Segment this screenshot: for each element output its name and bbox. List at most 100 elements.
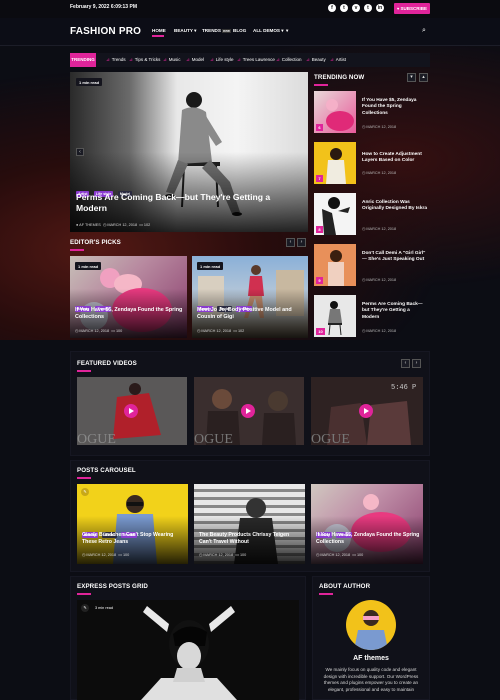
section-underline <box>77 477 91 479</box>
clock-icon: ◷ <box>362 125 366 129</box>
facebook-icon[interactable]: f <box>328 4 336 12</box>
post-meta: ◷ MARCH 12, 2018 ▭ 100 <box>316 553 364 557</box>
nav-more[interactable]: ▾ <box>286 28 288 34</box>
trending-item[interactable]: 10 Perms Are Coming Back—but They're Get… <box>314 295 430 339</box>
post-title[interactable]: How to Create Adjustment Layers Based on… <box>362 152 428 165</box>
tag-icon: ⊿ <box>210 57 214 62</box>
trending-item[interactable]: 9 Don't Call Demi A "Girl Girl" — She's … <box>314 244 430 288</box>
carousel-card[interactable]: The Beauty Products Chrissy Teigen Can't… <box>194 484 305 564</box>
clock-icon: ◷ <box>102 223 107 227</box>
post-title[interactable]: Anric Collection Was Originally Designed… <box>362 200 428 213</box>
tag-trees-lawrence[interactable]: ⊿ Trees Lawrence <box>237 57 275 63</box>
author-avatar <box>346 600 396 650</box>
play-button-icon[interactable] <box>241 404 255 418</box>
post-image <box>141 606 237 700</box>
tag-icon: ⊿ <box>276 57 280 62</box>
nav-all-demos[interactable]: ALL DEMOS ▾ <box>253 28 284 34</box>
tag-icon: ⊿ <box>129 57 133 62</box>
site-logo[interactable]: FASHION PRO <box>70 26 141 37</box>
post-title[interactable]: Perms Are Coming Back—but They're Gettin… <box>362 302 428 321</box>
vimeo-icon[interactable]: v <box>352 4 360 12</box>
vogue-watermark: OGUE <box>194 432 233 445</box>
tag-collection[interactable]: ⊿ Collection <box>276 57 302 63</box>
prev-arrow[interactable]: ‹ <box>286 238 295 247</box>
editors-pick-card[interactable]: 1 min read Beauty Model Trends Meet Jo J… <box>192 256 308 338</box>
clock-icon: ◷ <box>199 553 203 557</box>
post-title[interactable]: Gisele Bündchen Can't Stop Wearing These… <box>82 532 186 545</box>
nav-trends[interactable]: TRENDS new <box>202 28 231 33</box>
rank-number: 9 <box>316 277 323 284</box>
post-title[interactable]: If You Have $5, Zendaya Found the Spring… <box>316 532 420 545</box>
express-post-card[interactable]: ✎ 3 min read <box>77 600 299 700</box>
posts-carousel-title: POSTS CAROUSEL <box>77 467 136 474</box>
tag-tips[interactable]: ⊿ Tips & Tricks <box>129 57 160 63</box>
post-date: ◷ MARCH 12, 2018 <box>362 171 397 175</box>
linkedin-icon[interactable]: in <box>376 4 384 12</box>
post-meta: ◷ MARCH 12, 2018 ▭ 102 <box>197 329 245 333</box>
section-underline <box>319 593 333 595</box>
tag-music[interactable]: ⊿ Music <box>163 57 181 63</box>
post-meta: ◷ MARCH 12, 2018 ▭ 100 <box>75 329 123 333</box>
post-meta: ◷ MARCH 12, 2018 ▭ 100 <box>82 553 130 557</box>
trending-label: TRENDING <box>70 53 96 67</box>
subscribe-button[interactable]: ♥ SUBSCRIBE <box>394 3 430 14</box>
nav-active-indicator <box>152 35 164 37</box>
nav-blog[interactable]: BLOG <box>233 28 246 33</box>
next-arrow[interactable]: › <box>297 238 306 247</box>
clock-icon: ◷ <box>362 278 366 282</box>
trending-item[interactable]: 7 How to Create Adjustment Layers Based … <box>314 142 430 186</box>
current-date: February 9, 2022 6:09:13 PM <box>70 4 137 10</box>
prev-arrow[interactable]: ‹ <box>401 359 410 368</box>
post-title[interactable]: Meet Jo Jo, Body Positive Model and Cous… <box>197 307 305 321</box>
post-title[interactable]: If You Have $5, Zendaya Found the Spring… <box>75 307 183 321</box>
tag-model[interactable]: ⊿ Model <box>186 57 204 63</box>
hero-prev-arrow[interactable]: ‹ <box>76 148 84 156</box>
nav-home[interactable]: HOME <box>152 28 166 33</box>
carousel-card[interactable]: ✎ Beauty Model Trends Gisele Bündchen Ca… <box>77 484 188 564</box>
post-title[interactable]: The Beauty Products Chrissy Teigen Can't… <box>199 532 303 545</box>
editors-pick-card[interactable]: 1 min read Beauty Trends If You Have $5,… <box>70 256 187 338</box>
read-time-badge: 1 min read <box>197 262 224 270</box>
video-card[interactable]: OGUE <box>77 377 187 445</box>
scroll-down-arrow[interactable]: ▾ <box>407 73 416 82</box>
play-button-icon[interactable] <box>124 404 138 418</box>
scroll-up-arrow[interactable]: ▴ <box>419 73 428 82</box>
play-button-icon[interactable] <box>359 404 373 418</box>
hero-title[interactable]: Perms Are Coming Back—but They're Gettin… <box>76 192 276 213</box>
rank-number: 7 <box>316 175 323 182</box>
comment-icon: ▭ <box>352 553 356 557</box>
tag-icon: ⊿ <box>330 57 334 62</box>
tag-beauty[interactable]: ⊿ Beauty <box>306 57 326 63</box>
next-arrow[interactable]: › <box>412 359 421 368</box>
section-underline <box>77 593 91 595</box>
tag-lifestyle[interactable]: ⊿ Life style <box>210 57 234 63</box>
hero-featured-post[interactable]: 1 min read ‹ Artist Life style Model Per… <box>70 72 308 232</box>
clock-icon: ◷ <box>362 329 366 333</box>
rank-number: 10 <box>316 328 325 335</box>
trending-item[interactable]: 8 Anric Collection Was Originally Design… <box>314 193 430 237</box>
tag-trends[interactable]: ⊿ Trends <box>106 57 126 63</box>
trending-item[interactable]: 6 If You Have $5, Zendaya Found the Spri… <box>314 91 430 135</box>
featured-videos-title: FEATURED VIDEOS <box>77 360 137 367</box>
author-name[interactable]: AF themes <box>319 655 423 662</box>
search-icon[interactable]: ⌕ <box>422 27 426 35</box>
clock-icon: ◷ <box>362 171 366 175</box>
tag-artist[interactable]: ⊿ Artist <box>330 57 346 63</box>
format-icon: ✎ <box>81 604 89 612</box>
post-meta: ◷ MARCH 12, 2018 ▭ 100 <box>199 553 247 557</box>
section-underline <box>77 370 91 372</box>
video-card[interactable]: OGUE <box>194 377 304 445</box>
comment-icon: ▭ <box>235 553 239 557</box>
post-date: ◷ MARCH 12, 2018 <box>362 329 397 333</box>
nav-beauty[interactable]: BEAUTY ▾ <box>174 28 196 34</box>
editors-picks-title: EDITOR'S PICKS <box>70 239 121 246</box>
post-title[interactable]: If You Have $5, Zendaya Found the Spring… <box>362 98 428 117</box>
read-time-badge: 1 min read <box>76 78 103 86</box>
hero-meta: ● AF THEMES ◷ MARCH 12, 2018 ▭ 102 <box>76 223 151 227</box>
carousel-card[interactable]: Beauty Trends If You Have $5, Zendaya Fo… <box>311 484 423 564</box>
clock-icon: ◷ <box>197 329 201 333</box>
twitter-icon[interactable]: t <box>364 4 372 12</box>
twitter-icon[interactable]: t <box>340 4 348 12</box>
video-card[interactable]: 5:46 P OGUE <box>311 377 423 445</box>
post-title[interactable]: Don't Call Demi A "Girl Girl" — She's Ju… <box>362 251 428 264</box>
